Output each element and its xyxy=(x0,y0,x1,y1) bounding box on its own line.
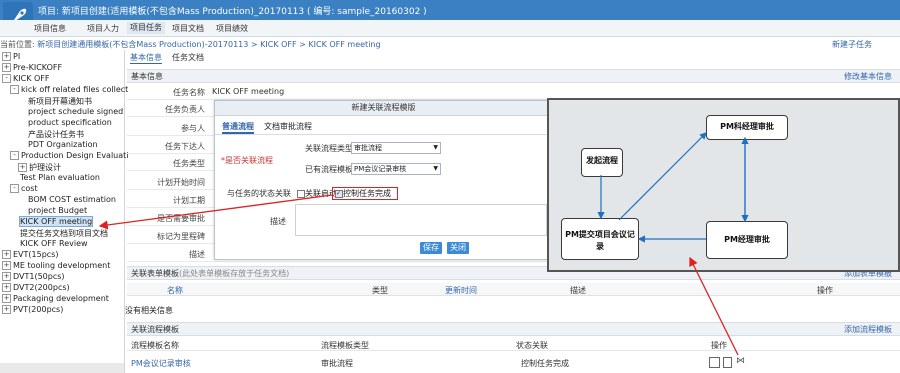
annotation-arrows xyxy=(98,194,739,356)
